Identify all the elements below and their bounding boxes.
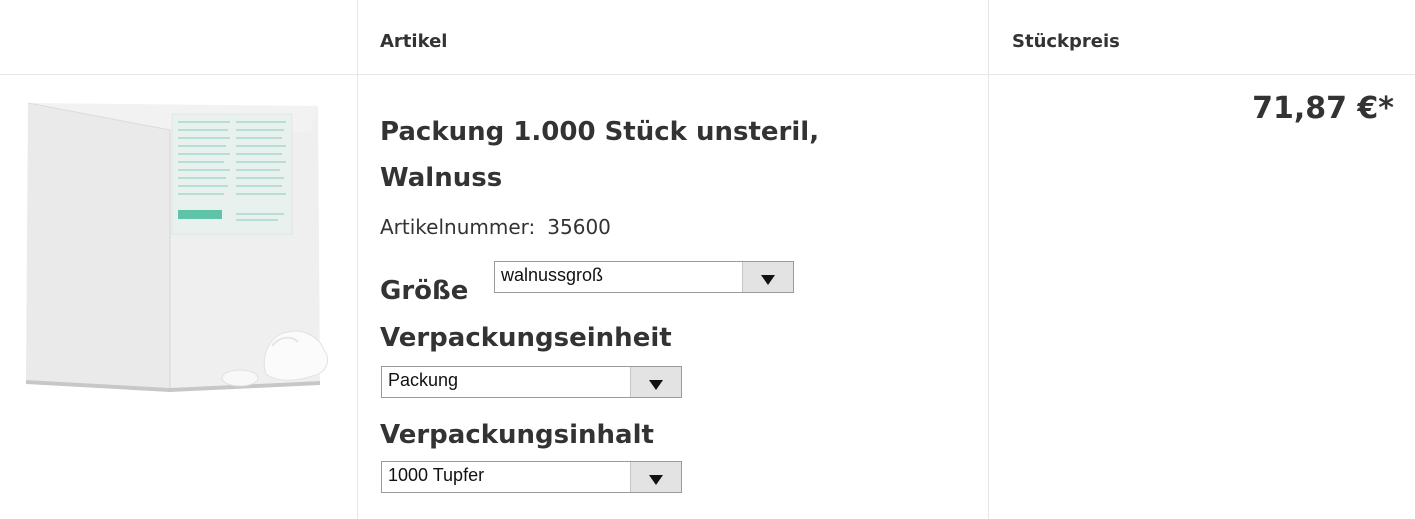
packaging-unit-select[interactable]: Packung [381,366,682,398]
packaging-unit-select-toggle[interactable] [630,367,681,397]
product-box-image[interactable] [20,98,338,396]
packaging-content-select[interactable]: 1000 Tupfer [381,461,682,493]
column-divider [988,0,989,519]
packaging-content-label: Verpackungsinhalt [380,420,654,450]
packaging-content-select-value: 1000 Tupfer [388,465,485,485]
article-number: Artikelnummer: 35600 [380,215,611,239]
packaging-unit-label: Verpackungseinheit [380,323,672,353]
size-label: Größe [380,276,469,306]
unit-price: 71,87 €* [1252,91,1394,126]
article-number-value: 35600 [547,215,611,239]
size-select[interactable]: walnussgroß [494,261,794,293]
size-select-value: walnussgroß [501,265,604,285]
header-row-divider [0,74,1415,75]
chevron-down-icon [649,380,663,390]
article-number-label: Artikelnummer: [380,215,536,239]
chevron-down-icon [761,275,775,285]
column-divider [357,0,358,519]
packaging-unit-select-value: Packung [388,370,459,390]
packaging-content-select-toggle[interactable] [630,462,681,492]
size-select-toggle[interactable] [742,262,793,292]
column-header-article: Artikel [380,31,448,52]
column-header-unit-price: Stückpreis [1012,31,1120,52]
product-title[interactable]: Packung 1.000 Stück unsteril, Walnuss [380,109,940,201]
chevron-down-icon [649,475,663,485]
